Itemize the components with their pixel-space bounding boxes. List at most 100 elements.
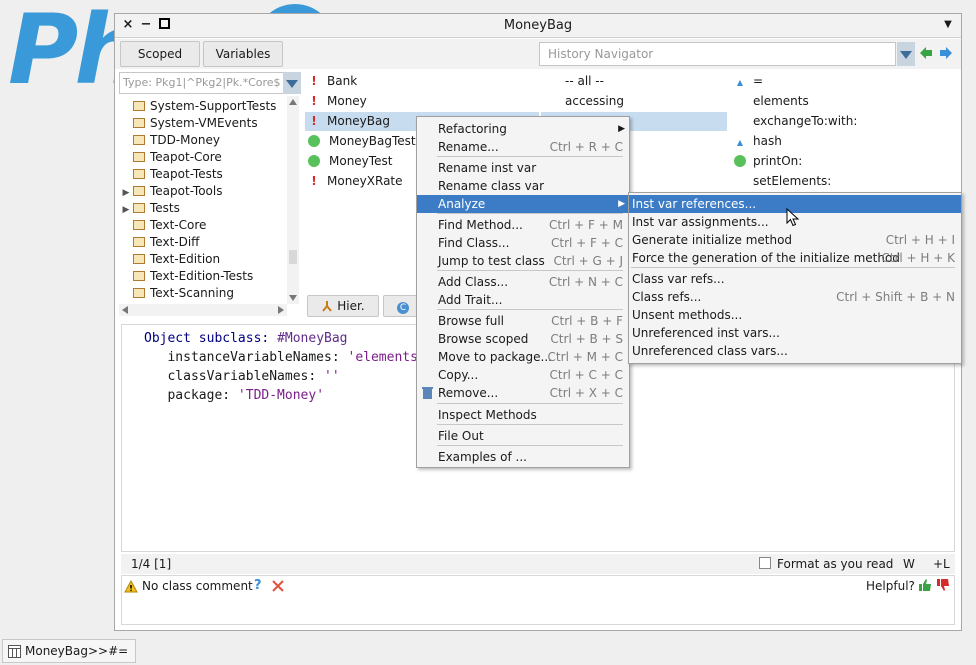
- package-hscrollbar[interactable]: [119, 304, 287, 316]
- package-item[interactable]: Text-Edition: [119, 251, 285, 268]
- context-menu-item[interactable]: Browse full Ctrl + B + F: [417, 312, 629, 330]
- shortcut-label: Ctrl + N + C: [548, 275, 623, 289]
- hierarchy-icon: [322, 301, 333, 312]
- taskbar-item[interactable]: MoneyBag>>#=: [2, 639, 137, 663]
- window-menu-icon[interactable]: ▼: [941, 18, 955, 32]
- scoped-button[interactable]: Scoped: [120, 41, 200, 67]
- package-item[interactable]: Text-Core: [119, 217, 285, 234]
- analyze-menu-item-label: Inst var references...: [632, 197, 757, 211]
- taskbar-item-label: MoneyBag>>#=: [25, 644, 129, 658]
- package-item[interactable]: Teapot-Tests: [119, 166, 285, 183]
- analyze-menu-item[interactable]: Class refs... Ctrl + Shift + B + N: [629, 288, 961, 306]
- thumbs-up-icon[interactable]: [918, 578, 932, 592]
- test-pass-icon: [308, 155, 320, 167]
- history-navigator-input[interactable]: History Navigator: [539, 42, 896, 66]
- context-menu-item[interactable]: File Out: [417, 427, 629, 445]
- analyze-menu-item-label: Unreferenced class vars...: [632, 344, 788, 358]
- window-titlebar[interactable]: × − MoneyBag ▼: [115, 14, 961, 38]
- wrap-toggle[interactable]: W: [903, 557, 915, 571]
- line-numbers-toggle[interactable]: +L: [933, 557, 950, 571]
- context-menu-item[interactable]: Jump to test class Ctrl + G + J: [417, 252, 629, 270]
- error-icon: !: [311, 74, 317, 88]
- package-item[interactable]: Text-Diff: [119, 234, 285, 251]
- context-menu-item[interactable]: Refactoring ▶: [417, 120, 629, 138]
- analyze-menu-item[interactable]: Unsent methods...: [629, 306, 961, 324]
- hierarchy-tab[interactable]: Hier.: [307, 295, 379, 317]
- trash-icon: [421, 386, 434, 405]
- format-checkbox[interactable]: [759, 557, 771, 569]
- scroll-right-icon[interactable]: [275, 304, 287, 316]
- thumbs-down-icon[interactable]: [936, 578, 950, 592]
- code-token: instanceVariableNames:: [144, 350, 348, 365]
- class-item[interactable]: ! Bank: [305, 72, 539, 91]
- protocol-item[interactable]: -- all --: [541, 72, 727, 91]
- method-item[interactable]: printOn:: [729, 152, 959, 171]
- scroll-up-icon[interactable]: [287, 96, 299, 108]
- back-arrow-icon[interactable]: [919, 46, 933, 60]
- scroll-left-icon[interactable]: [119, 304, 131, 316]
- context-menu-item[interactable]: Remove... Ctrl + X + C: [417, 384, 629, 402]
- package-icon: [133, 101, 145, 111]
- package-filter-dropdown[interactable]: [283, 72, 301, 94]
- package-list[interactable]: System-SupportTests System-VMEvents TDD-Mo…: [119, 96, 303, 318]
- context-menu-item[interactable]: Add Class... Ctrl + N + C: [417, 273, 629, 291]
- class-item[interactable]: ! Money: [305, 92, 539, 111]
- context-menu-item-label: Move to package...: [438, 350, 552, 364]
- protocol-item[interactable]: accessing: [541, 92, 727, 111]
- package-icon: [133, 203, 145, 213]
- package-item[interactable]: Teapot-Core: [119, 149, 285, 166]
- package-item-label: System-SupportTests: [150, 99, 277, 113]
- method-item[interactable]: elements: [729, 92, 959, 111]
- variables-button[interactable]: Variables: [203, 41, 283, 67]
- format-label[interactable]: Format as you read: [777, 557, 893, 571]
- analyze-menu-item[interactable]: Unreferenced class vars...: [629, 342, 961, 360]
- window-title: MoneyBag: [503, 18, 573, 33]
- package-scroll-thumb[interactable]: [289, 250, 297, 264]
- package-scrollbar[interactable]: [287, 96, 299, 304]
- method-item[interactable]: setElements:: [729, 172, 959, 191]
- package-item[interactable]: System-SupportTests: [119, 98, 285, 115]
- help-icon[interactable]: ?: [254, 578, 262, 593]
- context-menu-item[interactable]: Rename class var: [417, 177, 629, 195]
- context-menu-item[interactable]: Rename inst var: [417, 159, 629, 177]
- context-menu-item[interactable]: Examples of ...: [417, 448, 629, 466]
- context-menu-item[interactable]: Find Method... Ctrl + F + M: [417, 216, 629, 234]
- analyze-menu-item[interactable]: Force the generation of the initialize m…: [629, 249, 961, 267]
- method-item[interactable]: ▲ =: [729, 72, 959, 91]
- method-item[interactable]: exchangeTo:with:: [729, 112, 959, 131]
- close-icon[interactable]: [272, 580, 284, 592]
- analyze-menu-item-label: Generate initialize method: [632, 233, 793, 247]
- shortcut-label: Ctrl + H + K: [881, 251, 955, 265]
- package-item[interactable]: System-VMEvents: [119, 115, 285, 132]
- package-icon: [133, 152, 145, 162]
- analyze-menu-item[interactable]: Class var refs...: [629, 270, 961, 288]
- context-menu-item[interactable]: Move to package... Ctrl + M + C: [417, 348, 629, 366]
- package-item[interactable]: TDD-Money: [119, 132, 285, 149]
- forward-arrow-icon[interactable]: [939, 46, 953, 60]
- analyze-menu-item[interactable]: Generate initialize method Ctrl + H + I: [629, 231, 961, 249]
- package-item[interactable]: Text-Scanning: [119, 285, 285, 302]
- code-line-4: package: 'TDD-Money': [144, 388, 324, 403]
- context-menu-item[interactable]: Inspect Methods: [417, 406, 629, 424]
- package-item[interactable]: Text-Edition-Tests: [119, 268, 285, 285]
- context-menu-item[interactable]: Find Class... Ctrl + F + C: [417, 234, 629, 252]
- package-item[interactable]: ▶ Tests: [119, 200, 285, 217]
- package-item-label: Text-Diff: [150, 235, 200, 249]
- package-item[interactable]: ▶ Teapot-Tools: [119, 183, 285, 200]
- no-comment-text: No class comment: [142, 579, 253, 593]
- context-menu-item[interactable]: Copy... Ctrl + C + C: [417, 366, 629, 384]
- class-context-menu[interactable]: Refactoring ▶ Rename... Ctrl + R + C Rename …: [416, 116, 630, 468]
- context-menu-item[interactable]: Browse scoped Ctrl + B + S: [417, 330, 629, 348]
- chevron-down-icon: [900, 51, 912, 59]
- analyze-menu-item[interactable]: Unreferenced inst vars...: [629, 324, 961, 342]
- scroll-down-icon[interactable]: [287, 292, 299, 304]
- context-menu-item[interactable]: Analyze ▶: [417, 195, 629, 213]
- context-menu-item[interactable]: Add Trait...: [417, 291, 629, 309]
- package-icon: [133, 288, 145, 298]
- context-menu-item[interactable]: Rename... Ctrl + R + C: [417, 138, 629, 156]
- package-filter-input[interactable]: Type: Pkg1|^Pkg2|Pk.*Core$: [119, 72, 287, 94]
- history-dropdown-button[interactable]: [897, 42, 915, 66]
- menu-separator: [437, 156, 623, 157]
- package-icon: [133, 169, 145, 179]
- method-item[interactable]: ▲ hash: [729, 132, 959, 151]
